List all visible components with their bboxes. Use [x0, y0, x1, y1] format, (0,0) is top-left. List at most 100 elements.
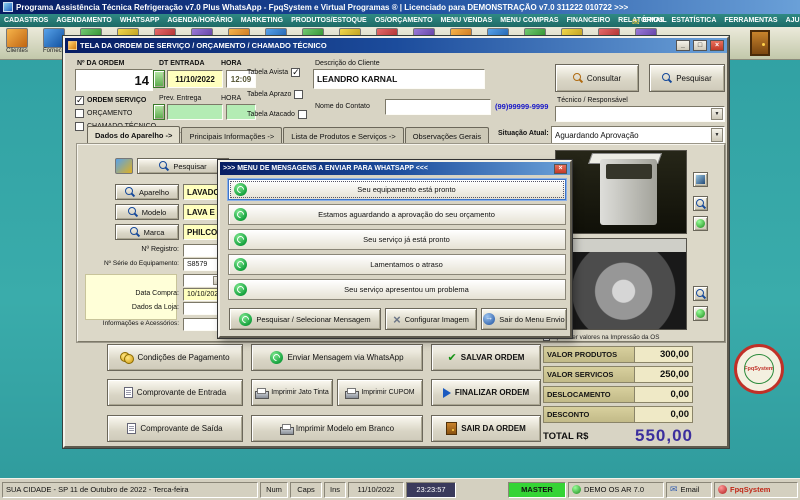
sair-ordem-button[interactable]: SAIR DA ORDEM — [431, 415, 541, 442]
whatsapp-message-button[interactable]: Seu serviço já está pronto — [228, 229, 566, 250]
menu-item[interactable]: AJUDA — [786, 17, 800, 24]
modelo-button[interactable]: Modelo — [115, 204, 179, 220]
door-icon — [446, 422, 458, 435]
calendar-button[interactable] — [153, 70, 165, 88]
ordem-servico-checkbox[interactable] — [75, 95, 84, 106]
aparelho-button[interactable]: Aparelho — [115, 184, 179, 200]
menu-item[interactable]: MENU COMPRAS — [500, 17, 558, 24]
menu-item[interactable]: PRODUTOS/ESTOQUE — [291, 17, 367, 24]
tabela-aprazo-option[interactable]: Tabela Aprazo — [247, 90, 304, 99]
chamado-checkbox[interactable] — [75, 122, 84, 131]
finalizar-label: FINALIZAR ORDEM — [454, 388, 530, 397]
modal-sair-button[interactable]: Sair do Menu Envio — [481, 308, 567, 330]
whatsapp-message-button[interactable]: Seu equipamento está pronto — [228, 179, 566, 200]
tecnico-dropdown-arrow[interactable] — [711, 108, 723, 120]
menu-item[interactable]: ESTATÍSTICA — [672, 17, 717, 24]
photo1-load-button[interactable] — [693, 216, 708, 231]
whatsapp-message-button[interactable]: Seu serviço apresentou um problema — [228, 279, 566, 300]
menu-item[interactable]: FINANCEIRO — [567, 17, 611, 24]
tabela-atacado-option[interactable]: Tabela Atacado — [247, 110, 307, 119]
tecnico-dropdown[interactable] — [555, 106, 725, 122]
whatsapp-message-label: Seu equipamento está pronto — [357, 185, 456, 194]
menu-item[interactable]: AGENDA/HORÁRIO — [167, 17, 232, 24]
photo1-view-button[interactable] — [693, 172, 708, 187]
equipment-photo-1[interactable] — [555, 150, 687, 234]
menu-item[interactable]: OS/ORÇAMENTO — [375, 17, 433, 24]
status-caps: Caps — [290, 481, 322, 498]
imprimir-cupom-button[interactable]: Imprimir CUPOM — [337, 379, 423, 406]
message-list: Seu equipamento está pronto Estamos agua… — [228, 179, 566, 304]
status-email[interactable]: Email — [666, 481, 712, 498]
modal-titlebar: >>> MENU DE MENSAGENS A ENVIAR PARA WHAT… — [220, 162, 570, 175]
menu-item[interactable]: WHATSAPP — [120, 17, 160, 24]
photo2-load-button[interactable] — [693, 306, 708, 321]
menu-item[interactable]: AGENDAMENTO — [56, 17, 111, 24]
salvar-ordem-button[interactable]: SALVAR ORDEM — [431, 344, 541, 371]
imprimir-jato-button[interactable]: Imprimir Jato Tinta — [251, 379, 333, 406]
pesquisar-button[interactable]: Pesquisar — [649, 64, 725, 92]
situacao-dropdown[interactable]: Aguardando Aprovação — [551, 126, 725, 144]
menubar: CADASTROS AGENDAMENTO WHATSAPP AGENDA/HORÁR… — [0, 14, 800, 27]
whatsapp-icon — [270, 351, 284, 364]
window-minimize-button[interactable] — [676, 40, 690, 51]
photo2-zoom-button[interactable] — [693, 286, 708, 301]
modal-configurar-button[interactable]: Configurar Imagem — [385, 308, 477, 330]
comprovante-saida-button[interactable]: Comprovante de Saída — [107, 415, 243, 442]
contato-field[interactable] — [385, 99, 491, 115]
situacao-dropdown-arrow[interactable] — [711, 128, 723, 142]
imprimir-branco-button[interactable]: Imprimir Modelo em Branco — [251, 415, 423, 442]
totals-row-label: DESCONTO — [543, 406, 635, 423]
status-date: 11/10/2022 — [348, 481, 404, 498]
menu-item[interactable]: FERRAMENTAS — [724, 17, 777, 24]
status-num: Num — [260, 481, 288, 498]
tab[interactable]: Lista de Produtos e Serviços -> — [283, 127, 404, 144]
whatsapp-message-label: Estamos aguardando a aprovação do seu or… — [318, 210, 495, 219]
tabela-avista-option[interactable]: Tabela Avista — [247, 67, 301, 78]
tab[interactable]: Dados do Aparelho -> — [87, 126, 181, 144]
modal-title: >>> MENU DE MENSAGENS A ENVIAR PARA WHAT… — [223, 165, 428, 172]
whatsapp-message-button[interactable]: Lamentamos o atraso — [228, 254, 566, 275]
tab[interactable]: Principais Informações -> — [181, 127, 283, 144]
modal-close-button[interactable] — [554, 163, 567, 174]
condicoes-pagamento-button[interactable]: Condições de Pagamento — [107, 344, 243, 371]
window-maximize-button[interactable] — [693, 40, 707, 51]
tabela-aprazo-checkbox[interactable] — [294, 90, 304, 99]
search-tool-icon[interactable] — [115, 158, 133, 174]
ordem-servico-option[interactable]: ORDEM SERVIÇO — [75, 95, 146, 106]
cliente-field[interactable]: LEANDRO KARNAL — [313, 69, 485, 89]
exit-door-icon[interactable] — [750, 30, 770, 56]
enviar-whatsapp-button[interactable]: Enviar Mensagem via WhatsApp — [251, 344, 423, 371]
orcamento-checkbox[interactable] — [75, 109, 84, 118]
whatsapp-icon — [234, 233, 247, 246]
totals-row: VALOR SERVICOS 250,00 — [543, 366, 693, 383]
finalizar-ordem-button[interactable]: FINALIZAR ORDEM — [431, 379, 541, 406]
menu-item[interactable]: MARKETING — [241, 17, 283, 24]
exit-menu-icon — [483, 313, 496, 325]
photo1-zoom-button[interactable] — [693, 196, 708, 211]
comprovante-entrada-button[interactable]: Comprovante de Entrada — [107, 379, 243, 406]
modal-pesquisar-button[interactable]: Pesquisar / Selecionar Mensagem — [229, 308, 381, 330]
consultar-button[interactable]: Consultar — [555, 64, 639, 92]
email-status-icon — [670, 484, 678, 495]
app-title: Programa Assistência Técnica Refrigeraçã… — [16, 2, 629, 12]
toolbar-button[interactable]: Clientes — [4, 28, 30, 55]
menu-item[interactable]: CADASTROS — [4, 17, 48, 24]
prev-entrega-field[interactable] — [167, 104, 223, 120]
tab[interactable]: Observações Gerais — [404, 127, 490, 144]
whatsapp-message-button[interactable]: Estamos aguardando a aprovação do seu or… — [228, 204, 566, 225]
photo2-zoom-icon — [695, 288, 706, 299]
tabela-avista-checkbox[interactable] — [291, 67, 301, 78]
aparelho-search-button[interactable]: Pesquisar — [137, 158, 229, 174]
sair-label: SAIR DA ORDEM — [461, 424, 526, 433]
window-close-button[interactable] — [710, 40, 724, 51]
dt-entrada-field[interactable]: 11/10/2022 — [167, 70, 223, 88]
prev-calendar-button[interactable] — [153, 104, 165, 120]
menu-email[interactable]: E-MAIL — [632, 15, 667, 26]
fpqsystem-stamp: FpqSystem — [734, 344, 784, 394]
orcamento-option[interactable]: ORÇAMENTO — [75, 109, 132, 118]
marca-button[interactable]: Marca — [115, 224, 179, 240]
menu-item[interactable]: MENU VENDAS — [441, 17, 493, 24]
equipment-photo-2[interactable] — [555, 238, 687, 330]
order-number-field[interactable]: 14 — [75, 69, 153, 91]
tabela-atacado-checkbox[interactable] — [297, 110, 307, 119]
